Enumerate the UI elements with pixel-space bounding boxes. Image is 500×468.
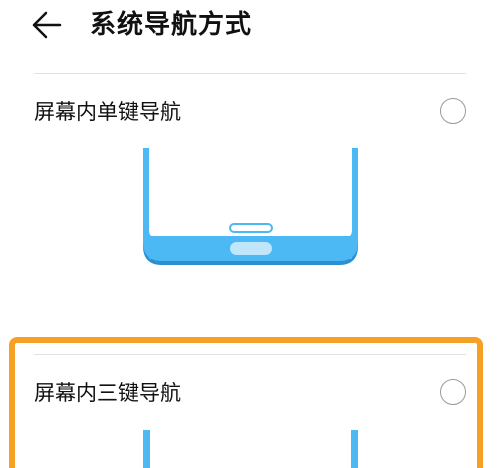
navigation-settings-page: 系统导航方式 屏幕内单键导航 屏幕内三键导航 <box>0 0 500 468</box>
radio-button-unchecked[interactable] <box>440 379 466 405</box>
arrow-left-icon <box>32 11 62 39</box>
option-label: 屏幕内三键导航 <box>34 381 181 405</box>
phone-illustration-single-key <box>143 148 358 265</box>
header: 系统导航方式 <box>0 0 500 52</box>
option-label: 屏幕内单键导航 <box>34 100 181 124</box>
single-key-navigation-illustration <box>0 148 500 268</box>
option-single-key-navigation[interactable]: 屏幕内单键导航 <box>34 89 466 137</box>
option-three-key-navigation[interactable]: 屏幕内三键导航 <box>34 370 466 418</box>
divider <box>34 354 466 355</box>
divider <box>34 73 466 74</box>
back-button[interactable] <box>30 8 70 42</box>
radio-button-unchecked[interactable] <box>440 98 466 124</box>
phone-illustration-three-key <box>143 430 358 468</box>
page-title: 系统导航方式 <box>90 10 253 40</box>
three-key-navigation-illustration <box>0 430 500 468</box>
